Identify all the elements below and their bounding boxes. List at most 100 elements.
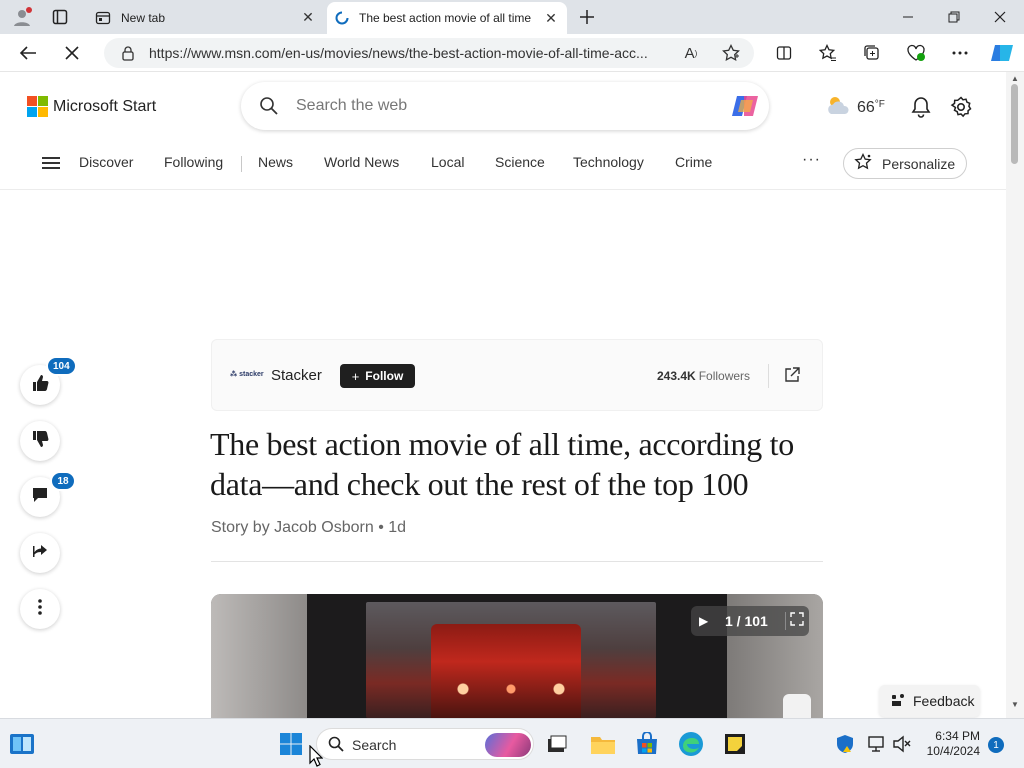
web-search-box[interactable]: [241, 82, 769, 130]
plus-icon: +: [351, 368, 360, 384]
taskbar-search-box[interactable]: Search: [316, 728, 534, 760]
more-icon[interactable]: [947, 41, 973, 65]
personalize-button[interactable]: Personalize: [843, 148, 967, 179]
scroll-down-icon[interactable]: ▼: [1011, 700, 1019, 709]
msn-header: Microsoft Start 66°F Discover Following …: [0, 72, 1006, 190]
more-categories-icon[interactable]: ···: [802, 151, 821, 169]
copilot-search-icon[interactable]: [731, 92, 761, 120]
nav-item-science[interactable]: Science: [495, 154, 545, 170]
nav-item-following[interactable]: Following: [164, 154, 223, 170]
address-bar[interactable]: https://www.msn.com/en-us/movies/news/th…: [104, 38, 754, 68]
play-icon[interactable]: ▶: [699, 614, 717, 628]
publisher-name[interactable]: Stacker: [271, 367, 322, 384]
microsoft-start-logo[interactable]: Microsoft Start: [27, 96, 156, 117]
temperature-unit: °F: [874, 98, 885, 110]
feedback-button[interactable]: Feedback: [879, 685, 980, 717]
followers-label: Followers: [698, 369, 751, 383]
nav-item-discover[interactable]: Discover: [79, 154, 133, 170]
stop-loading-icon[interactable]: [59, 41, 85, 65]
nav-item-technology[interactable]: Technology: [573, 154, 644, 170]
widgets-icon[interactable]: [9, 731, 35, 757]
tab-article[interactable]: The best action movie of all time ✕: [327, 2, 567, 34]
microsoft-logo-icon: [27, 96, 48, 117]
like-count-badge: 104: [46, 356, 77, 376]
new-tab-icon: [95, 10, 111, 26]
read-aloud-icon[interactable]: A): [682, 44, 700, 62]
nav-divider: [241, 156, 242, 172]
followers-number: 243.4K: [657, 369, 696, 383]
gallery-backdrop-left: [211, 594, 307, 718]
file-explorer-icon[interactable]: [590, 731, 616, 757]
restore-icon[interactable]: [931, 0, 977, 34]
settings-gear-icon[interactable]: [949, 95, 973, 119]
favorites-icon[interactable]: [815, 41, 841, 65]
taskbar-search-icon: [328, 736, 344, 757]
thumbs-up-icon: [31, 374, 49, 397]
security-shield-icon[interactable]: [832, 731, 858, 757]
close-window-icon[interactable]: [977, 0, 1023, 34]
favorite-star-icon[interactable]: [722, 44, 740, 62]
browser-toolbar: https://www.msn.com/en-us/movies/news/th…: [0, 34, 1024, 72]
feedback-label: Feedback: [913, 693, 975, 709]
tab-new-tab[interactable]: New tab ✕: [86, 2, 324, 34]
share-button[interactable]: [20, 533, 60, 573]
menu-hamburger-icon[interactable]: [42, 157, 60, 170]
microsoft-store-icon[interactable]: [634, 731, 660, 757]
tab-title: New tab: [121, 11, 166, 25]
task-view-icon[interactable]: [544, 731, 570, 757]
mouse-cursor-icon: [309, 744, 324, 767]
fullscreen-icon[interactable]: [785, 612, 804, 630]
close-tab-icon[interactable]: ✕: [300, 9, 316, 25]
truck-lights: [451, 679, 571, 699]
workspaces-icon[interactable]: [48, 5, 72, 29]
gallery-overlay-button[interactable]: [783, 694, 811, 718]
profile-icon[interactable]: [10, 5, 34, 29]
taskbar-search-label: Search: [352, 737, 397, 753]
split-screen-icon[interactable]: [771, 41, 797, 65]
page-scrollbar[interactable]: ▲ ▼: [1006, 72, 1024, 718]
comment-bubble-icon: [31, 486, 49, 509]
browser-essentials-icon[interactable]: [903, 41, 929, 65]
scroll-up-icon[interactable]: ▲: [1011, 74, 1019, 83]
nav-item-local[interactable]: Local: [431, 154, 464, 170]
windows-start-icon[interactable]: [278, 731, 304, 757]
loading-icon: [335, 11, 349, 25]
comment-count-badge: 18: [50, 471, 76, 491]
scrollbar-thumb[interactable]: [1011, 84, 1018, 164]
follow-button[interactable]: + Follow: [340, 364, 415, 388]
notification-count-badge[interactable]: 1: [988, 737, 1004, 753]
slideshow-counter[interactable]: ▶ 1 / 101: [691, 606, 809, 636]
tab-title: The best action movie of all time: [359, 11, 532, 25]
slideshow-gallery[interactable]: ▶ 1 / 101: [211, 594, 823, 718]
stacker-logo[interactable]: ⁂ stacker: [230, 370, 264, 378]
search-input[interactable]: [296, 94, 716, 118]
site-info-icon[interactable]: [120, 45, 136, 61]
personalize-label: Personalize: [882, 155, 956, 172]
minimize-icon[interactable]: [885, 0, 931, 34]
back-icon[interactable]: [15, 41, 41, 65]
edge-browser-icon[interactable]: [678, 731, 704, 757]
system-clock[interactable]: 6:34 PM 10/4/2024: [920, 729, 980, 759]
publisher-divider: [768, 364, 769, 388]
new-tab-plus-icon[interactable]: [575, 5, 599, 29]
network-icon[interactable]: [864, 731, 890, 757]
more-options-button[interactable]: [20, 589, 60, 629]
nav-item-news[interactable]: News: [258, 154, 293, 170]
collections-icon[interactable]: [859, 41, 885, 65]
dislike-button[interactable]: [20, 421, 60, 461]
article-divider: [211, 561, 823, 562]
weather-widget[interactable]: 66°F: [825, 94, 885, 121]
browser-tab-bar: New tab ✕ The best action movie of all t…: [0, 0, 1024, 34]
nav-item-world-news[interactable]: World News: [324, 154, 399, 170]
search-highlight-image: [485, 733, 531, 757]
notifications-bell-icon[interactable]: [909, 95, 933, 119]
open-external-icon[interactable]: [783, 366, 801, 384]
sticky-notes-icon[interactable]: [722, 731, 748, 757]
copilot-icon[interactable]: [989, 41, 1015, 65]
volume-muted-icon[interactable]: [889, 731, 915, 757]
close-tab-icon[interactable]: ✕: [543, 10, 559, 26]
article-byline: Story by Jacob Osborn • 1d: [211, 519, 407, 536]
feedback-icon: [891, 693, 905, 710]
share-icon: [31, 542, 49, 565]
nav-item-crime[interactable]: Crime: [675, 154, 712, 170]
